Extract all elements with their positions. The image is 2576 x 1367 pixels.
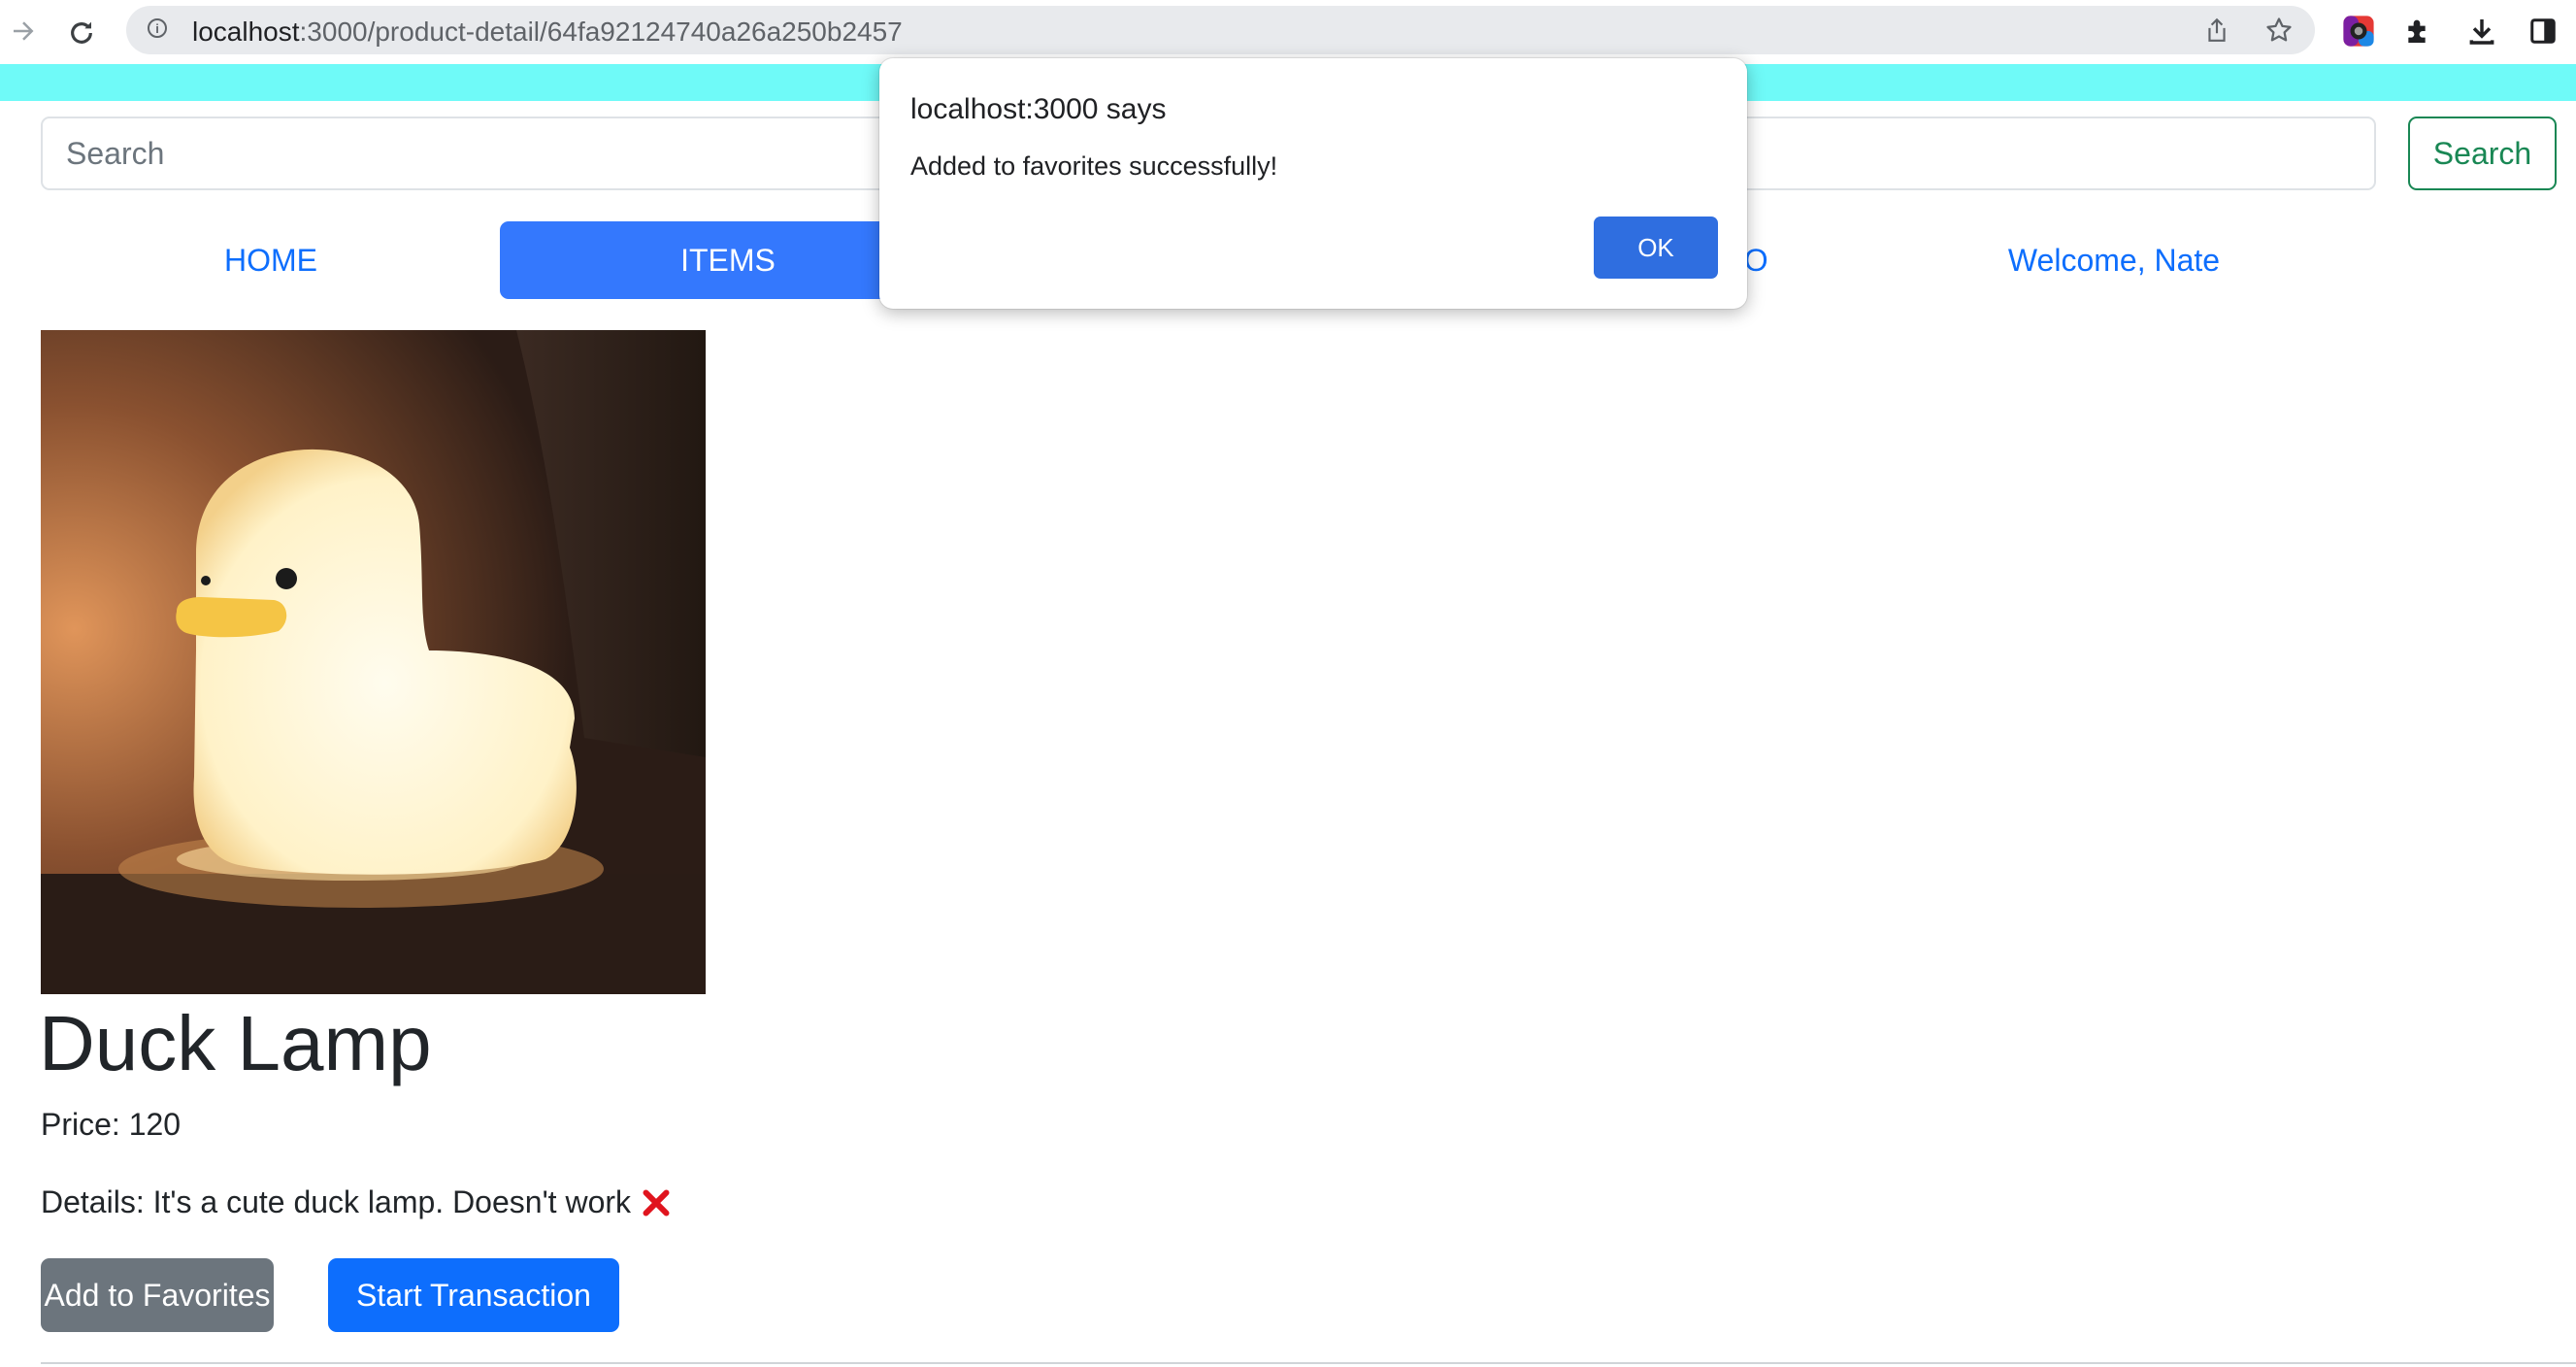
start-transaction-button[interactable]: Start Transaction <box>328 1258 619 1332</box>
dialog-message: Added to favorites successfully! <box>910 151 1278 181</box>
extension-color-icon[interactable] <box>2339 12 2378 50</box>
reload-icon[interactable] <box>60 12 103 54</box>
alert-dialog: localhost:3000 says Added to favorites s… <box>879 58 1747 309</box>
url-host: localhost <box>192 17 300 47</box>
product-details: Details: It's a cute duck lamp. Doesn't … <box>41 1184 674 1220</box>
bookmark-star-icon[interactable] <box>2263 15 2295 46</box>
nav-home[interactable]: HOME <box>41 221 501 299</box>
product-price: Price: 120 <box>41 1107 182 1142</box>
share-icon[interactable] <box>2201 15 2232 46</box>
side-panel-icon[interactable] <box>2524 12 2562 50</box>
url-path: :3000/product-detail/64fa92124740a26a250… <box>299 17 903 47</box>
dialog-title: localhost:3000 says <box>910 93 1167 125</box>
search-button[interactable]: Search <box>2408 117 2557 190</box>
product-title: Duck Lamp <box>39 1000 432 1086</box>
details-text: Details: It's a cute duck lamp. Doesn't … <box>41 1184 632 1219</box>
ok-button[interactable]: OK <box>1594 217 1718 279</box>
nav-welcome[interactable]: Welcome, Nate <box>1980 221 2248 299</box>
browser-toolbar: i localhost:3000/product-detail/64fa9212… <box>0 0 2576 64</box>
puzzle-extensions-icon[interactable] <box>2399 12 2438 50</box>
product-image <box>41 330 706 994</box>
red-cross-mark-icon <box>639 1185 674 1220</box>
site-info-icon[interactable]: i <box>148 18 167 38</box>
add-to-favorites-button[interactable]: Add to Favorites <box>41 1258 274 1332</box>
download-icon[interactable] <box>2462 12 2501 50</box>
forward-arrow-icon[interactable] <box>4 12 43 50</box>
url-text: localhost:3000/product-detail/64fa921247… <box>192 17 903 48</box>
address-bar[interactable]: i localhost:3000/product-detail/64fa9212… <box>126 6 2315 54</box>
divider <box>41 1362 2576 1364</box>
